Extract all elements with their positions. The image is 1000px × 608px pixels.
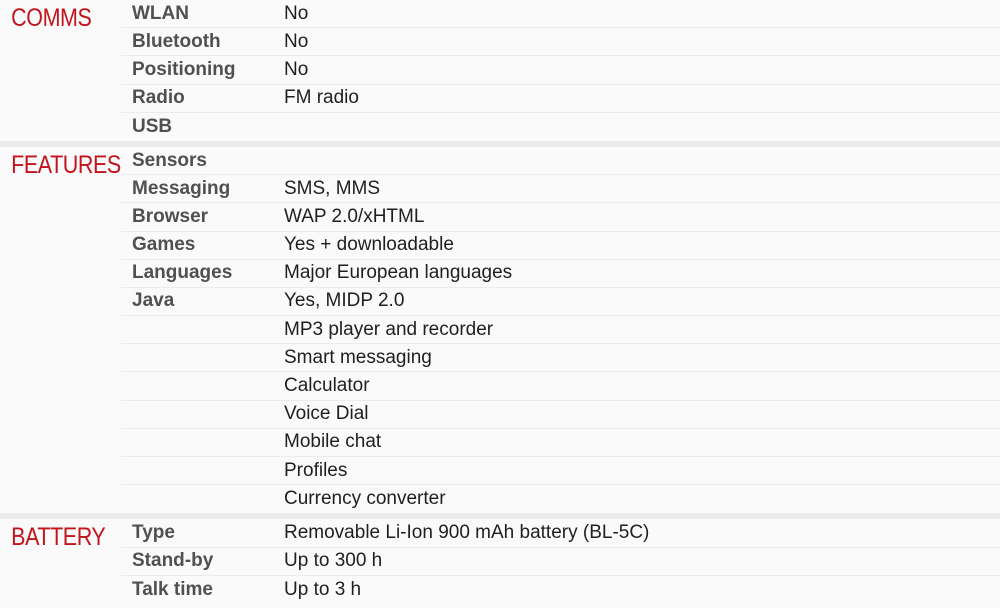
spec-value: SMS, MMS	[284, 177, 381, 199]
spec-row: Radio FM radio	[121, 85, 1000, 113]
spec-row: Sensors	[121, 147, 1000, 176]
spec-row: Mobile chat	[121, 429, 1000, 457]
spec-row: Bluetooth No	[121, 28, 1000, 57]
spec-row: Calculator	[121, 372, 1000, 401]
spec-value: Up to 3 h	[284, 578, 362, 600]
spec-value: Profiles	[284, 459, 348, 481]
spec-value: Major European languages	[284, 262, 513, 284]
section-title: COMMS	[11, 4, 92, 32]
spec-label[interactable]: Games	[121, 234, 284, 256]
spec-label[interactable]: Sensors	[121, 150, 284, 172]
spec-label[interactable]: Java	[121, 290, 284, 312]
spec-label[interactable]: Stand-by	[121, 550, 284, 572]
spec-row: Talk time Up to 3 h	[121, 576, 1000, 604]
spec-value: FM radio	[284, 87, 359, 109]
spec-row: Languages Major European languages	[121, 260, 1000, 288]
section-rows: Type Removable Li-Ion 900 mAh battery (B…	[121, 519, 1000, 604]
spec-label[interactable]: Positioning	[121, 59, 284, 81]
spec-row: Games Yes + downloadable	[121, 232, 1000, 260]
spec-label[interactable]: Radio	[121, 87, 284, 109]
spec-row: MP3 player and recorder	[121, 316, 1000, 345]
spec-row: Type Removable Li-Ion 900 mAh battery (B…	[121, 519, 1000, 548]
spec-label[interactable]: Type	[121, 522, 284, 544]
spec-value: Currency converter	[284, 488, 446, 510]
spec-label[interactable]: Messaging	[121, 178, 284, 200]
spec-row: Java Yes, MIDP 2.0	[121, 288, 1000, 317]
spec-row: Messaging SMS, MMS	[121, 175, 1000, 204]
spec-row: Profiles	[121, 457, 1000, 486]
spec-value: Removable Li-Ion 900 mAh battery (BL-5C)	[284, 521, 650, 543]
spec-value: No	[284, 30, 309, 52]
section-title: BATTERY	[11, 523, 106, 552]
spec-label[interactable]: Languages	[121, 262, 284, 284]
section-comms: COMMS WLAN No Bluetooth No Positioning N…	[0, 0, 1000, 141]
spec-value: Mobile chat	[284, 431, 382, 453]
spec-label[interactable]: Browser	[121, 206, 284, 228]
spec-label[interactable]: Bluetooth	[121, 31, 284, 53]
spec-label[interactable]: WLAN	[121, 3, 284, 25]
spec-value: Smart messaging	[284, 346, 432, 368]
spec-row: Positioning No	[121, 56, 1000, 85]
spec-row: WLAN No	[121, 0, 1000, 29]
spec-value: No	[284, 2, 309, 24]
spec-row: Voice Dial	[121, 401, 1000, 429]
section-title: FEATURES	[11, 150, 121, 179]
spec-row: Browser WAP 2.0/xHTML	[121, 203, 1000, 232]
section-battery: BATTERY Type Removable Li-Ion 900 mAh ba…	[0, 513, 1000, 604]
spec-value: Yes + downloadable	[284, 234, 454, 256]
spec-value: Voice Dial	[284, 403, 369, 425]
spec-label[interactable]: USB	[121, 116, 284, 138]
spec-row: USB	[121, 113, 1000, 141]
spec-table: COMMS WLAN No Bluetooth No Positioning N…	[0, 0, 1000, 608]
section-rows: Sensors Messaging SMS, MMS Browser WAP 2…	[121, 147, 1000, 513]
spec-label[interactable]: Talk time	[121, 579, 284, 601]
section-rows: WLAN No Bluetooth No Positioning No Radi…	[121, 0, 1000, 141]
spec-value: WAP 2.0/xHTML	[284, 205, 425, 227]
spec-row: Smart messaging	[121, 344, 1000, 373]
spec-value: MP3 player and recorder	[284, 318, 494, 340]
spec-value: Yes, MIDP 2.0	[284, 290, 405, 312]
spec-value: Calculator	[284, 375, 370, 397]
spec-value: No	[284, 58, 309, 80]
spec-row: Currency converter	[121, 485, 1000, 513]
section-features: FEATURES Sensors Messaging SMS, MMS Brow…	[0, 140, 1000, 514]
spec-row: Stand-by Up to 300 h	[121, 548, 1000, 576]
spec-value: Up to 300 h	[284, 550, 383, 572]
